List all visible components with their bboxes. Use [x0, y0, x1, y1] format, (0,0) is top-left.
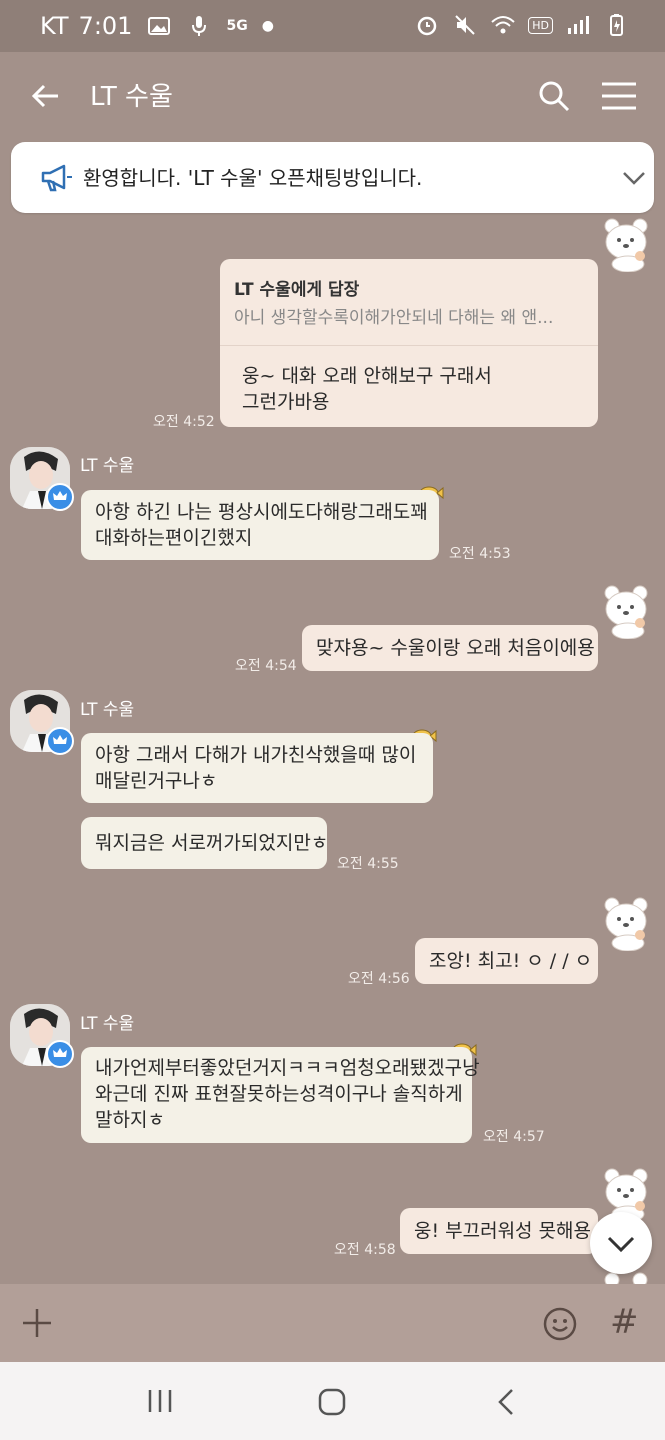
notice-banner[interactable]: 환영합니다. 'LT 수울' 오픈채팅방입니다.: [11, 142, 654, 213]
hashtag-button[interactable]: #: [610, 1302, 639, 1342]
emoji-icon[interactable]: [542, 1306, 578, 1342]
message-line: 매달린거구나ㅎ: [95, 770, 218, 792]
message-bubble[interactable]: 뭐지금은 서로꺼가되었지만ㅎ: [81, 817, 329, 869]
dot-indicator: ●: [261, 18, 274, 34]
sender-name: LT 수울: [80, 1014, 135, 1034]
crown-badge-icon: [46, 483, 74, 511]
clock: 7:01: [78, 12, 133, 40]
message-input-bar[interactable]: #: [0, 1284, 665, 1362]
message-time: 오전 4:53: [449, 546, 511, 562]
bear-profile-icon: [604, 218, 648, 272]
scroll-to-bottom-button[interactable]: [590, 1212, 652, 1274]
chevron-down-icon: [607, 1236, 635, 1253]
alarm-icon: [418, 16, 437, 36]
system-navigation-bar: [0, 1362, 665, 1440]
reply-target-label: LT 수울에게 답장: [234, 280, 360, 300]
message-line: 아항 하긴 나는 평상시에도다해랑그래도꽤: [95, 501, 428, 523]
message-bubble[interactable]: 조앙! 최고! ㅇ / / ㅇ: [415, 938, 598, 984]
bear-profile-icon: [604, 585, 648, 639]
bear-profile-icon: [604, 897, 648, 951]
message-time: 오전 4:56: [348, 971, 410, 987]
message-time: 오전 4:52: [153, 414, 215, 430]
microphone-icon: [192, 16, 207, 36]
message-time: 오전 4:57: [483, 1129, 545, 1145]
megaphone-icon: [41, 164, 72, 192]
message-bubble[interactable]: 웅! 부끄러워성 못해용: [400, 1208, 598, 1254]
message-bubble[interactable]: 아항 그래서 다해가 내가친삭했을때 많이 매달린거구나ㅎ: [81, 733, 433, 803]
notice-text: 환영합니다. 'LT 수울' 오픈채팅방입니다.: [83, 166, 423, 190]
message-line: 그런가바용: [242, 391, 330, 413]
message-line: 말하지ㅎ: [95, 1109, 165, 1131]
gallery-icon: [148, 17, 171, 35]
home-icon[interactable]: [318, 1388, 346, 1416]
reply-divider: [220, 345, 598, 346]
sender-name: LT 수울: [80, 700, 135, 720]
crown-badge-icon: [46, 727, 74, 755]
menu-icon[interactable]: [600, 78, 638, 114]
crown-badge-icon: [46, 1040, 74, 1068]
message-line: 대화하는편이긴했지: [95, 527, 253, 549]
message-time: 오전 4:54: [235, 658, 297, 674]
message-time: 오전 4:55: [337, 856, 399, 872]
message-bubble[interactable]: 내가언제부터좋았던거지ㅋㅋㅋ엄청오래됐겠구낭 와근데 진짜 표현잘못하는성격이구…: [81, 1047, 480, 1143]
mute-icon: [455, 15, 475, 35]
message-bubble[interactable]: 맞쟈용~ 수울이랑 오래 처음이에용: [302, 625, 598, 671]
chat-room-title: LT 수울: [90, 82, 173, 112]
chevron-down-icon[interactable]: [621, 168, 647, 188]
message-text: 웅~ 대화 오래 안해보구 구래서 그런가바용: [242, 363, 492, 415]
message-time: 오전 4:58: [334, 1242, 396, 1258]
plus-icon[interactable]: [20, 1306, 54, 1340]
message-line: 내가언제부터좋았던거지ㅋㅋㅋ엄청오래됐겠구낭: [95, 1057, 480, 1079]
message-line: 뭐지금은 서로꺼가되었지만ㅎ: [95, 832, 329, 854]
reply-quote-text: 아니 생각할수록이해가안되네 다해는 왜 앤...: [234, 308, 554, 328]
carrier-label: KT: [40, 12, 69, 40]
message-line: 웅~ 대화 오래 안해보구 구래서: [242, 365, 492, 387]
back-arrow-icon[interactable]: [28, 78, 64, 114]
hd-badge: HD: [528, 16, 553, 34]
reply-message-bubble[interactable]: LT 수울에게 답장 아니 생각할수록이해가안되네 다해는 왜 앤... 웅~ …: [220, 259, 598, 427]
network-label: 5G: [226, 18, 248, 34]
message-bubble[interactable]: 아항 하긴 나는 평상시에도다해랑그래도꽤 대화하는편이긴했지: [81, 490, 439, 560]
chat-header: LT 수울: [0, 52, 665, 140]
recent-apps-icon[interactable]: [146, 1388, 174, 1414]
signal-icon: [568, 16, 589, 34]
battery-icon: [610, 14, 623, 36]
message-line: 아항 그래서 다해가 내가친삭했을때 많이: [95, 744, 417, 766]
search-icon[interactable]: [536, 78, 572, 114]
status-bar: KT 7:01 5G ● HD: [0, 0, 665, 52]
sender-name: LT 수울: [80, 456, 135, 476]
message-line: 와근데 진짜 표현잘못하는성격이구나 솔직하게: [95, 1083, 463, 1105]
wifi-icon: [491, 16, 515, 34]
nav-back-icon[interactable]: [496, 1388, 516, 1416]
